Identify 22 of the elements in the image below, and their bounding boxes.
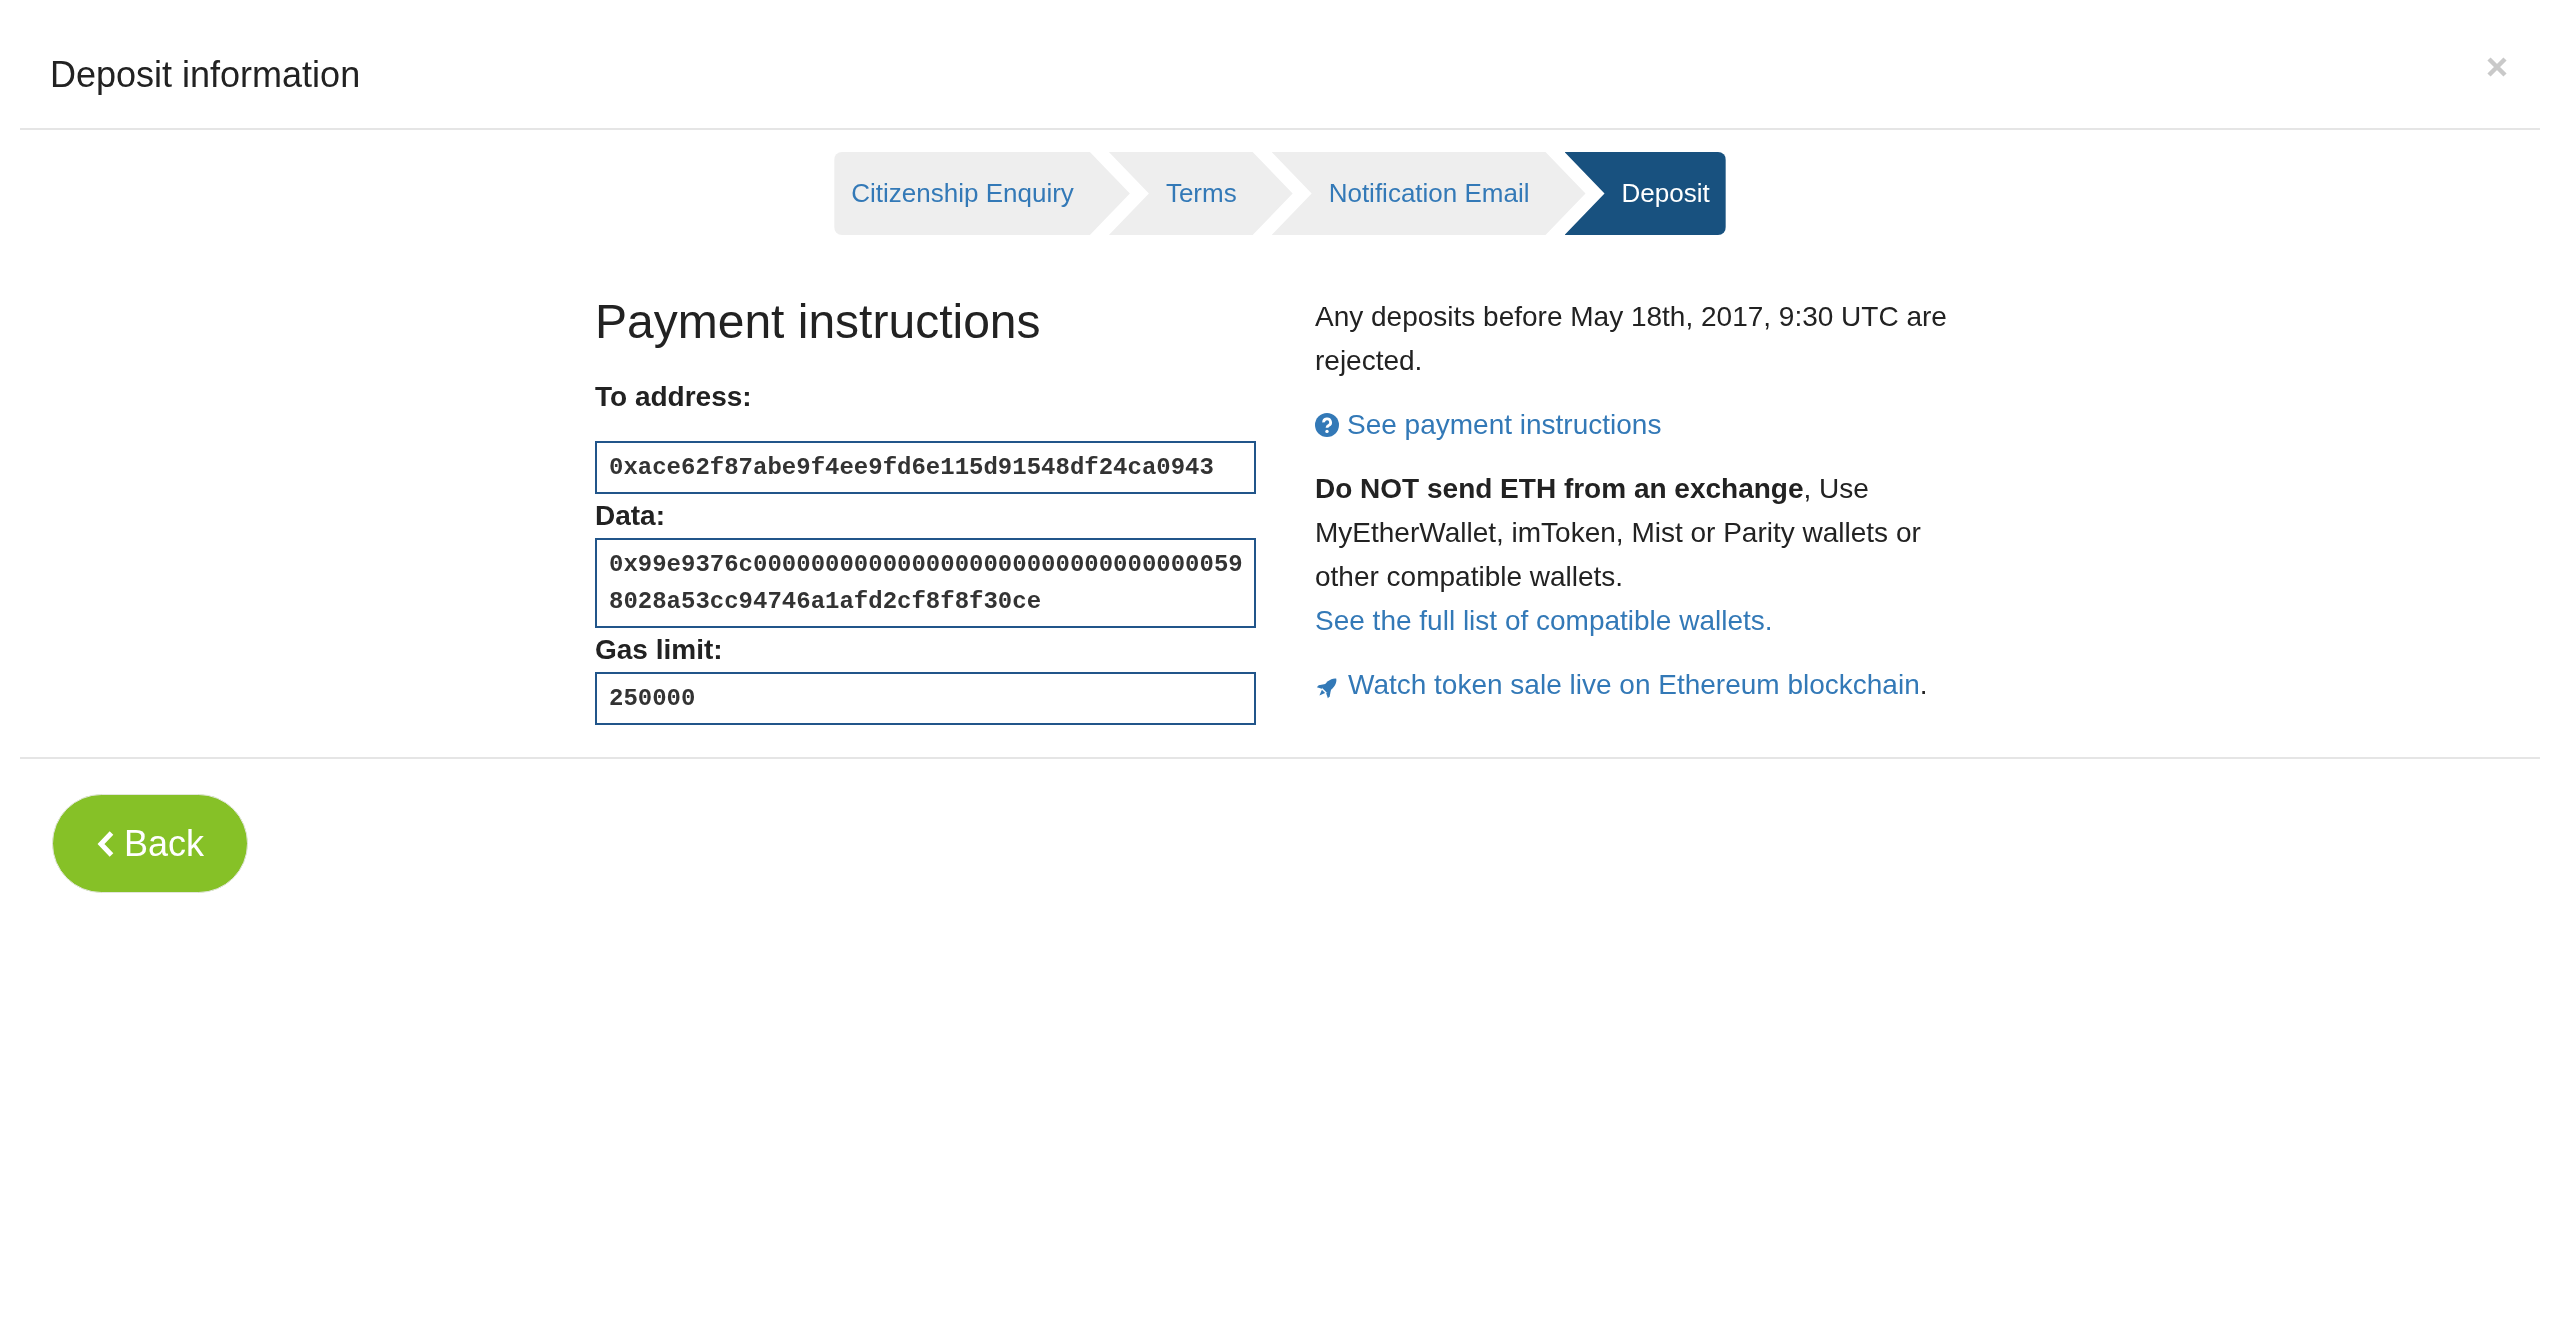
field-label: To address: [595,380,753,414]
wallet-list-link[interactable]: See the full list of compatible wallets. [1315,605,1773,636]
close-icon [2487,57,2507,77]
text-field[interactable]: 250000 [595,672,1256,725]
field-label: Data: [595,499,666,533]
step-tab[interactable]: Citizenship Enquiry [834,152,1130,235]
step-tab[interactable]: Deposit [1564,152,1726,235]
step-tab[interactable]: Terms [1108,152,1293,235]
close-button[interactable] [2487,57,2507,77]
chevron-left-icon [95,829,114,858]
section-heading: Payment instructions [595,294,1042,350]
notice-text: Any deposits before May 18th, 2017, 9:30 UTC are rejected. [1315,300,1948,378]
question-circle-icon [1315,413,1339,437]
step-tab[interactable]: Notification Email [1271,152,1586,235]
dialog-title: Deposit information [50,53,361,97]
payment-instructions-link[interactable]: See payment instructions [1347,403,1662,447]
watch-sale-link[interactable]: Watch token sale live on Ethereum blockchain [1348,669,1920,700]
field-label: Gas limit: [595,633,724,667]
warning-text: Do NOT send ETH from an exchange, Use MyEtherWallet, imToken, Mist or Parity wallets or other compatible wallets. See the full list of compatible wallets. [1315,472,1922,638]
text-field[interactable]: 0xace62f87abe9f4ee9fd6e115d91548df24ca0943 [595,441,1256,494]
watch-sale-text: Watch token sale live on Ethereum blockchain. [1348,668,1928,702]
text-field[interactable]: 0x99e9376c00000000000000000000000000000000598028a53cc94746a1afd2cf8f8f30ce [595,538,1256,628]
